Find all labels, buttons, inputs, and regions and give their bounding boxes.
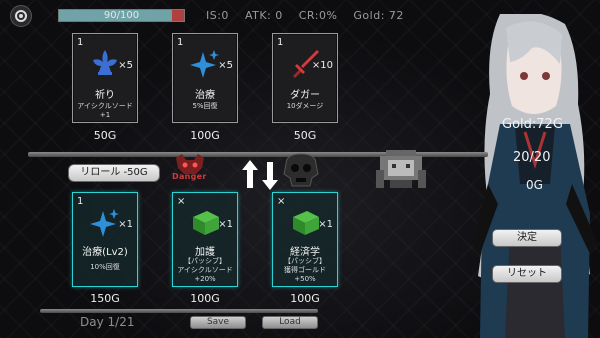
save-button[interactable]: Save — [190, 316, 246, 329]
hp-display: 20/20 — [513, 150, 551, 165]
card-title: 加護 — [195, 247, 215, 258]
card-title: ダガー — [290, 90, 320, 101]
pixel-ghost-girl-icon — [376, 150, 426, 188]
card-title: 祈り — [95, 90, 115, 101]
day-counter: Day 1/21 — [80, 315, 135, 329]
shop-card-blessing[interactable]: × ×1 加護 【パッシブ】 アイシクルソード +20% — [172, 192, 238, 287]
card-count: × — [177, 196, 186, 207]
card-price: 100G — [290, 292, 320, 305]
decide-button[interactable]: 決定 — [492, 229, 562, 247]
cost-display: 0G — [526, 178, 543, 192]
card-desc: 5%回復 — [192, 102, 218, 110]
card-count: 1 — [77, 37, 84, 48]
card-multiplier: ×10 — [311, 60, 333, 71]
shop-card-heal[interactable]: 1 ×5 治療 5%回復 — [172, 33, 238, 123]
card-desc: 10%回復 — [90, 263, 120, 271]
sparkle-icon — [190, 50, 219, 78]
reroll-button[interactable]: リロール -50G — [68, 164, 160, 182]
stats-readout: IS:0 ATK: 0 CR:0% Gold: 72 — [206, 9, 416, 22]
shop-card-dagger[interactable]: 1 ×10 ダガー 10ダメージ — [272, 33, 338, 123]
card-desc: 10ダメージ — [286, 102, 324, 110]
settings-gear-icon[interactable] — [10, 5, 32, 27]
shop-card-prayer[interactable]: 1 ×5 祈り アイシクルソード +1 — [72, 33, 138, 123]
card-multiplier: ×1 — [118, 219, 133, 230]
bottom-divider-bar — [40, 309, 318, 313]
card-price: 50G — [293, 129, 317, 142]
stat-is: IS:0 — [206, 9, 229, 22]
stat-cr: CR:0% — [298, 9, 338, 22]
card-multiplier: ×1 — [218, 219, 233, 230]
card-price: 50G — [93, 129, 117, 142]
card-multiplier: ×5 — [118, 60, 133, 71]
card-multiplier: ×1 — [318, 219, 333, 230]
card-title: 治療(Lv2) — [82, 247, 128, 258]
reset-button[interactable]: リセット — [492, 265, 562, 283]
card-title: 治療 — [195, 90, 215, 101]
stat-atk: ATK: 0 — [244, 9, 283, 22]
card-title: 経済学 — [290, 247, 320, 258]
book-icon — [193, 211, 219, 235]
card-count: 1 — [277, 37, 284, 48]
skull-monster-icon — [283, 153, 319, 187]
danger-label: Danger — [172, 172, 207, 181]
swap-arrows-icon[interactable] — [242, 160, 278, 190]
hp-text: 90/100 — [103, 10, 140, 21]
hp-bar: 90/100 — [58, 9, 185, 22]
card-desc: 【パッシブ】 獲得ゴールド +50% — [284, 257, 326, 283]
shop-card-economics[interactable]: × ×1 経済学 【パッシブ】 獲得ゴールド +50% — [272, 192, 338, 287]
sparkle-icon — [90, 209, 119, 237]
stat-gold: Gold: 72 — [353, 9, 404, 22]
card-multiplier: ×5 — [218, 60, 233, 71]
card-price: 100G — [190, 292, 220, 305]
card-price: 100G — [190, 129, 220, 142]
book-icon — [293, 211, 319, 235]
card-price: 150G — [90, 292, 120, 305]
card-count: × — [277, 196, 286, 207]
card-desc: 【パッシブ】 アイシクルソード +20% — [177, 257, 233, 283]
card-count: 1 — [177, 37, 184, 48]
shop-card-heal-lv2[interactable]: 1 ×1 治療(Lv2) 10%回復 — [72, 192, 138, 287]
gold-display: Gold:72G — [502, 117, 563, 132]
card-count: 1 — [77, 196, 84, 207]
game-screen: 90/100 IS:0 ATK: 0 CR:0% Gold: 72 1 ×5 祈… — [0, 0, 600, 338]
load-button[interactable]: Load — [262, 316, 318, 329]
character-portrait — [472, 14, 598, 338]
fleur-de-lis-icon — [93, 50, 117, 75]
card-desc: アイシクルソード +1 — [77, 102, 133, 119]
